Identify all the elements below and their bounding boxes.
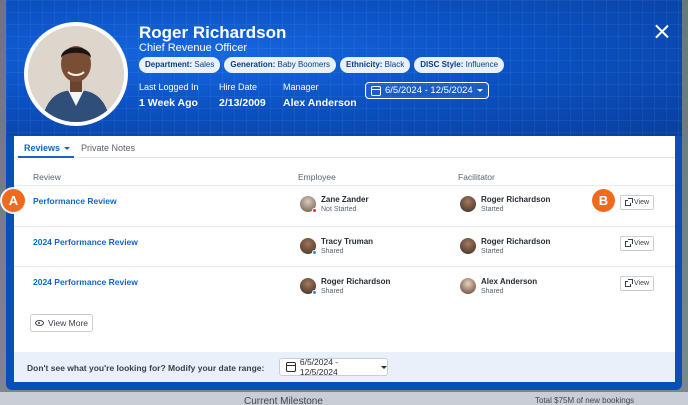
callout-badge-b: B <box>592 189 615 212</box>
tag-disc-style: DISC Style: Influence <box>414 57 505 73</box>
employee-cell: Tracy Truman Shared <box>300 237 373 255</box>
profile-name: Roger Richardson <box>139 23 287 42</box>
view-button[interactable]: View <box>620 195 654 210</box>
eye-icon <box>35 320 44 326</box>
last-logged-in: Last Logged In 1 Week Ago <box>139 82 199 109</box>
header-employee: Employee <box>298 172 336 182</box>
external-link-icon <box>624 197 633 206</box>
tag-department: Department: Sales <box>139 57 221 73</box>
review-link[interactable]: 2024 Performance Review <box>33 277 138 287</box>
footer-prompt: Don't see what you're looking for? Modif… <box>27 363 265 373</box>
header-review: Review <box>33 172 61 182</box>
date-range-button[interactable]: 6/5/2024 - 12/5/2024 <box>365 82 489 99</box>
caret-down-icon <box>381 365 387 369</box>
backdrop-milestone-text: Current Milestone <box>244 396 323 405</box>
view-button[interactable]: View <box>620 276 654 291</box>
reviews-panel: Reviews Private Notes Review Employee Fa… <box>14 136 675 382</box>
header-facilitator: Facilitator <box>458 172 495 182</box>
employee-profile-modal: Roger Richardson Chief Revenue Officer D… <box>6 0 682 390</box>
avatar <box>300 238 317 255</box>
tab-private-notes[interactable]: Private Notes <box>81 143 135 153</box>
table-row: 2024 Performance Review Roger Richardson… <box>14 266 675 306</box>
external-link-icon <box>624 238 633 247</box>
avatar <box>300 196 317 213</box>
external-link-icon <box>624 278 633 287</box>
person-photo-icon <box>28 26 124 122</box>
status-dot-icon <box>312 250 317 255</box>
employee-cell: Zane Zander Not Started <box>300 195 369 213</box>
employee-cell: Roger Richardson Shared <box>300 277 390 295</box>
facilitator-cell: Roger Richardson Started <box>460 195 550 213</box>
manager: Manager Alex Anderson <box>283 82 357 109</box>
tab-reviews[interactable]: Reviews <box>24 143 71 153</box>
profile-tags: Department: Sales Generation: Baby Boome… <box>139 57 505 73</box>
tag-generation: Generation: Baby Boomers <box>224 57 336 73</box>
calendar-icon <box>286 362 296 372</box>
table-header: Review Employee Facilitator <box>14 170 675 184</box>
review-link[interactable]: 2024 Performance Review <box>33 237 138 247</box>
review-link[interactable]: Performance Review <box>33 196 117 206</box>
date-range-footer: Don't see what you're looking for? Modif… <box>14 352 675 382</box>
profile-title: Chief Revenue Officer <box>139 42 248 54</box>
facilitator-cell: Roger Richardson Started <box>460 237 550 255</box>
avatar <box>460 238 476 254</box>
tab-bar: Reviews Private Notes <box>14 136 675 158</box>
status-dot-icon <box>312 290 317 295</box>
avatar <box>460 278 476 294</box>
status-dot-icon <box>312 208 317 213</box>
caret-down-icon <box>476 89 483 92</box>
tag-ethnicity: Ethnicity: Black <box>339 57 411 73</box>
table-row: 2024 Performance Review Tracy Truman Sha… <box>14 226 675 266</box>
calendar-icon <box>371 85 381 96</box>
facilitator-cell: Alex Anderson Shared <box>460 277 537 295</box>
view-button[interactable]: View <box>620 236 654 251</box>
table-row: Performance Review Zane Zander Not Start… <box>14 185 675 225</box>
avatar <box>460 196 476 212</box>
close-icon[interactable] <box>654 24 670 40</box>
backdrop-bookings-text: Total $75M of new bookings <box>535 396 635 405</box>
callout-badge-a: A <box>2 189 25 212</box>
footer-date-range-button[interactable]: 6/5/2024 - 12/5/2024 <box>279 357 388 377</box>
caret-down-icon <box>64 146 71 150</box>
profile-avatar <box>24 22 128 126</box>
hire-date: Hire Date 2/13/2009 <box>219 82 266 109</box>
view-more-button[interactable]: View More <box>30 314 93 332</box>
avatar <box>300 278 317 295</box>
